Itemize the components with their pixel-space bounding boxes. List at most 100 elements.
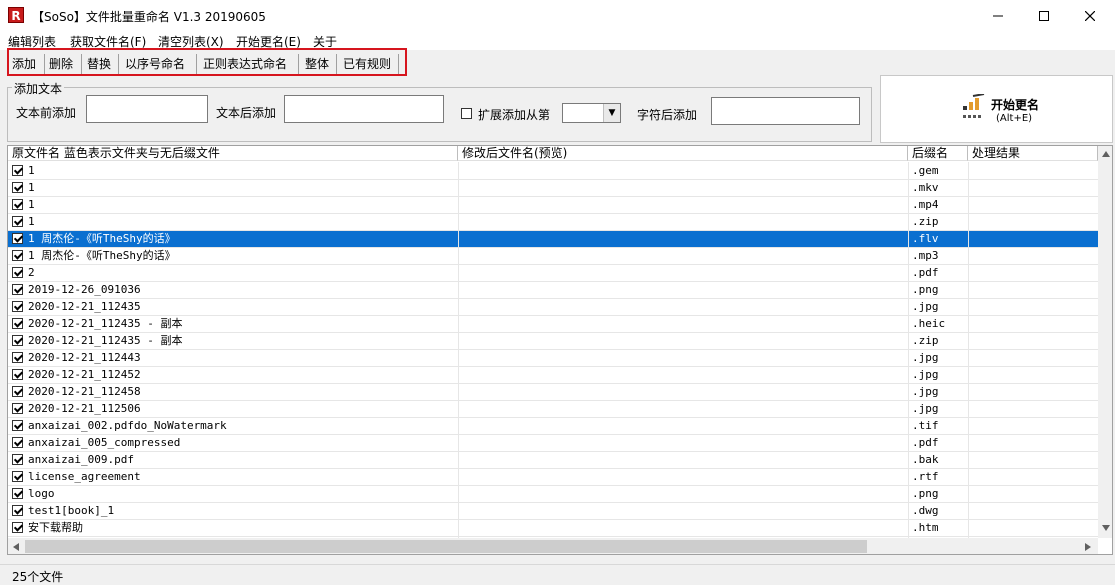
row-checkbox[interactable] <box>12 267 23 278</box>
position-combo[interactable]: ▼ <box>562 103 621 123</box>
row-checkbox[interactable] <box>12 233 23 244</box>
text-after-input[interactable] <box>284 95 444 123</box>
row-checkbox[interactable] <box>12 352 23 363</box>
header-new-name[interactable]: 修改后文件名(预览) <box>458 146 908 161</box>
table-row[interactable]: 2020-12-21_112435 - 副本 .heic <box>8 316 1098 333</box>
header-extension[interactable]: 后缀名 <box>908 146 968 161</box>
row-original-name: 2019-12-26_091036 <box>28 283 141 296</box>
rename-wand-icon <box>963 94 985 118</box>
table-row[interactable]: 安下载帮助 .htm <box>8 520 1098 537</box>
tab-sequence-name[interactable]: 以序号命名 <box>125 56 185 72</box>
row-original-name: 2020-12-21_112435 - 副本 <box>28 334 183 347</box>
text-after-label: 文本后添加 <box>216 106 277 120</box>
table-row[interactable]: 1 .gem <box>8 163 1098 180</box>
tab-regex-name[interactable]: 正则表达式命名 <box>203 56 287 72</box>
row-checkbox[interactable] <box>12 386 23 397</box>
text-before-label: 文本前添加 <box>16 106 77 120</box>
table-row[interactable]: 1 周杰伦-《听TheShy的话》 .mp3 <box>8 248 1098 265</box>
row-checkbox[interactable] <box>12 454 23 465</box>
row-extension: .mkv <box>912 181 939 194</box>
row-checkbox[interactable] <box>12 182 23 193</box>
table-row[interactable]: 2019-12-26_091036 .png <box>8 282 1098 299</box>
tab-whole[interactable]: 整体 <box>305 56 329 72</box>
table-row[interactable]: 1 .zip <box>8 214 1098 231</box>
table-row[interactable]: 2020-12-21_112435 .jpg <box>8 299 1098 316</box>
row-checkbox[interactable] <box>12 488 23 499</box>
table-row[interactable]: 2020-12-21_112452 .jpg <box>8 367 1098 384</box>
row-checkbox[interactable] <box>12 369 23 380</box>
row-original-name: 2020-12-21_112443 <box>28 351 141 364</box>
row-original-name: 2020-12-21_112435 <box>28 300 141 313</box>
row-extension: .pdf <box>912 436 939 449</box>
minimize-button[interactable] <box>975 0 1021 31</box>
table-row[interactable]: license_agreement .rtf <box>8 469 1098 486</box>
table-row[interactable]: 2 .pdf <box>8 265 1098 282</box>
scroll-right-icon <box>1085 543 1091 551</box>
row-extension: .jpg <box>912 368 939 381</box>
row-checkbox[interactable] <box>12 505 23 516</box>
row-original-name: test1[book]_1 <box>28 504 115 517</box>
table-row[interactable]: test1[book]_1 .dwg <box>8 503 1098 520</box>
row-original-name: anxaizai_002.pdfdo_NoWatermark <box>28 419 227 432</box>
text-before-input[interactable] <box>86 95 208 123</box>
chevron-down-icon[interactable]: ▼ <box>603 104 620 122</box>
extend-add-label: 扩展添加从第 <box>478 108 551 122</box>
tab-add[interactable]: 添加 <box>12 56 36 72</box>
row-extension: .zip <box>912 215 939 228</box>
table-row[interactable]: 2020-12-21_112458 .jpg <box>8 384 1098 401</box>
table-row[interactable]: 2020-12-21_112443 .jpg <box>8 350 1098 367</box>
scroll-left-icon <box>13 543 19 551</box>
header-result[interactable]: 处理结果 <box>968 146 1098 161</box>
table-row[interactable]: anxaizai_005_compressed .pdf <box>8 435 1098 452</box>
row-checkbox[interactable] <box>12 420 23 431</box>
row-checkbox[interactable] <box>12 318 23 329</box>
row-checkbox[interactable] <box>12 403 23 414</box>
char-after-input[interactable] <box>711 97 860 125</box>
table-row[interactable]: 1 .mp4 <box>8 197 1098 214</box>
close-button[interactable] <box>1067 0 1113 31</box>
file-list[interactable]: 原文件名 蓝色表示文件夹与无后缀文件 修改后文件名(预览) 后缀名 处理结果 1… <box>7 145 1113 555</box>
row-checkbox[interactable] <box>12 301 23 312</box>
row-checkbox[interactable] <box>12 216 23 227</box>
row-checkbox[interactable] <box>12 284 23 295</box>
extend-add-checkbox[interactable] <box>461 108 472 119</box>
horizontal-scrollbar[interactable] <box>8 538 1098 554</box>
maximize-icon <box>1039 10 1049 21</box>
row-extension: .jpg <box>912 351 939 364</box>
row-original-name: 1 <box>28 198 35 211</box>
title-bar: R 【SoSo】文件批量重命名 V1.3 20190605 <box>0 0 1115 31</box>
start-rename-label: 开始更名 <box>991 98 1040 112</box>
vertical-scrollbar[interactable] <box>1098 146 1112 538</box>
tab-replace[interactable]: 替换 <box>87 56 111 72</box>
row-extension: .png <box>912 487 939 500</box>
char-after-label: 字符后添加 <box>637 108 698 122</box>
table-row[interactable]: anxaizai_002.pdfdo_NoWatermark .tif <box>8 418 1098 435</box>
table-row[interactable]: 1 .mkv <box>8 180 1098 197</box>
window-title: 【SoSo】文件批量重命名 V1.3 20190605 <box>32 10 266 24</box>
row-checkbox[interactable] <box>12 471 23 482</box>
tab-delete[interactable]: 删除 <box>49 56 73 72</box>
start-rename-button[interactable]: 开始更名 (Alt+E) <box>880 75 1113 143</box>
row-extension: .jpg <box>912 300 939 313</box>
row-checkbox[interactable] <box>12 522 23 533</box>
row-original-name: 1 <box>28 181 35 194</box>
header-original-name[interactable]: 原文件名 蓝色表示文件夹与无后缀文件 <box>8 146 458 161</box>
row-original-name: 1 周杰伦-《听TheShy的话》 <box>28 249 176 262</box>
row-checkbox[interactable] <box>12 335 23 346</box>
table-row[interactable]: anxaizai_009.pdf .bak <box>8 452 1098 469</box>
row-checkbox[interactable] <box>12 165 23 176</box>
row-original-name: anxaizai_005_compressed <box>28 436 181 449</box>
table-row[interactable]: 2020-12-21_112506 .jpg <box>8 401 1098 418</box>
file-count: 25个文件 <box>12 570 64 584</box>
horizontal-scroll-thumb[interactable] <box>25 540 867 553</box>
row-checkbox[interactable] <box>12 437 23 448</box>
row-checkbox[interactable] <box>12 199 23 210</box>
table-row[interactable]: logo .png <box>8 486 1098 503</box>
table-row[interactable]: 1 周杰伦-《听TheShy的话》 .flv <box>8 231 1098 248</box>
table-row[interactable]: 2020-12-21_112435 - 副本 .zip <box>8 333 1098 350</box>
maximize-button[interactable] <box>1021 0 1067 31</box>
row-original-name: 1 周杰伦-《听TheShy的话》 <box>28 232 176 245</box>
row-checkbox[interactable] <box>12 250 23 261</box>
row-extension: .gem <box>912 164 939 177</box>
tab-existing-rules[interactable]: 已有规则 <box>343 56 391 72</box>
